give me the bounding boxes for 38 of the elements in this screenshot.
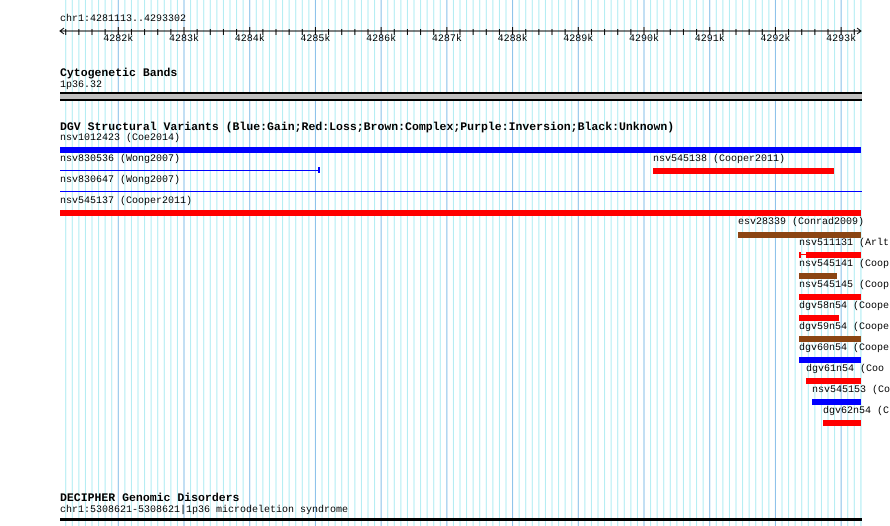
tick-label: 4286k: [366, 34, 396, 46]
tick-label: 4284k: [234, 34, 265, 46]
tick-label: 4292k: [760, 34, 790, 46]
band-label: 1p36.32: [60, 80, 102, 92]
variant-label: nsv511131 (Arlt: [799, 238, 890, 250]
variant-label: nsv1012423 (Coe2014): [60, 133, 180, 145]
variant-label: esv28339 (Conrad2009): [738, 217, 864, 229]
tick-label: 4287k: [432, 34, 462, 46]
variant-label: dgv58n54 (Coope: [799, 301, 890, 313]
variant-label: nsv545145 (Coop: [799, 280, 890, 292]
variant-label: nsv545153 (Co: [812, 385, 890, 397]
tick-label: 4285k: [300, 34, 330, 46]
track-title: DECIPHER Genomic Disorders: [60, 492, 240, 505]
tick-label: 4293k: [826, 34, 856, 46]
track-title: Cytogenetic Bands: [60, 67, 178, 80]
tick-label: 4282k: [103, 34, 134, 46]
variant-line[interactable]: [60, 167, 320, 173]
variant-label: nsv830647 (Wong2007): [60, 175, 180, 187]
disorder-bar[interactable]: [60, 518, 862, 521]
disorder-label: chr1:5308621-5308621|1p36 microdeletion syndrome: [60, 505, 348, 517]
variant-label: dgv61n54 (Coo: [806, 364, 884, 376]
variant-label: dgv59n54 (Coope: [799, 322, 890, 334]
tick-label: 4283k: [169, 34, 199, 46]
tick-label: 4291k: [694, 34, 725, 46]
band-bar[interactable]: [60, 92, 862, 101]
tick-label: 4290k: [629, 34, 659, 46]
variant-label: nsv545141 (Coop: [799, 259, 890, 271]
variant-label: dgv60n54 (Coope: [799, 343, 890, 355]
variant-label: nsv545138 (Cooper2011): [653, 154, 786, 166]
region-label: chr1:4281113..4293302: [60, 14, 186, 26]
variant-label: nsv545137 (Cooper2011): [60, 196, 192, 208]
variant-label: nsv830536 (Wong2007): [60, 154, 180, 166]
variant-bar[interactable]: [799, 252, 861, 258]
variant-line[interactable]: [60, 188, 862, 194]
tick-label: 4289k: [563, 34, 594, 46]
track-title: DGV Structural Variants (Blue:Gain;Red:Loss;Brown:Complex;Purple:Inversion;Black:Unknown): [60, 121, 674, 134]
variant-label: dgv62n54 (C: [823, 406, 890, 418]
tick-label: 4288k: [498, 34, 528, 46]
